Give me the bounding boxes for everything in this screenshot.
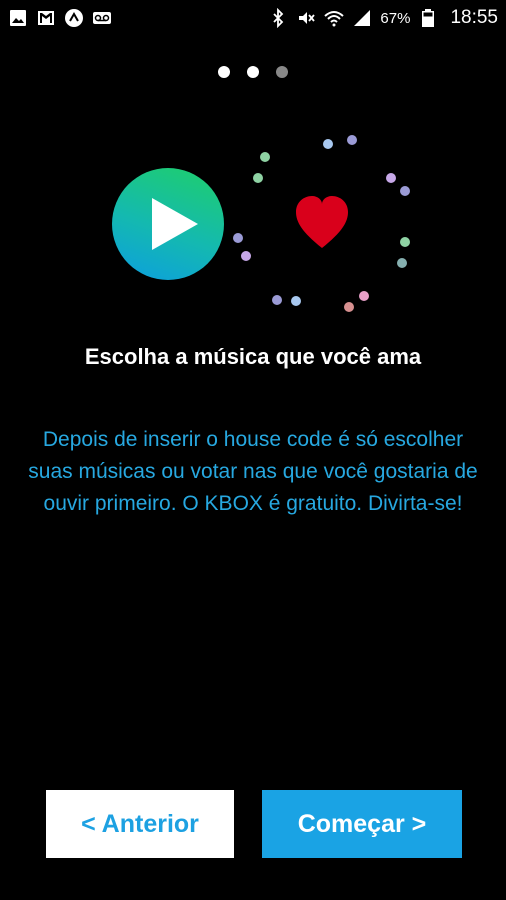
start-button[interactable]: Começar >: [262, 790, 462, 858]
battery-icon: [418, 8, 438, 28]
page-dot: [276, 66, 288, 78]
page-title: Escolha a música que você ama: [84, 344, 422, 369]
mute-icon: [296, 8, 316, 28]
voicemail-icon: [92, 8, 112, 28]
page-dot: [218, 66, 230, 78]
clock: 18:55: [450, 7, 498, 28]
status-bar: 67% 18:55: [0, 0, 506, 36]
app-icon: [64, 8, 84, 28]
heart-icon: [233, 135, 410, 312]
page-indicator: [0, 66, 506, 78]
signal-icon: [352, 8, 372, 28]
description-text: Depois de inserir o house code é só esco…: [28, 428, 478, 515]
previous-button[interactable]: < Anterior: [46, 790, 234, 858]
bluetooth-icon: [268, 8, 288, 28]
image-icon: [8, 8, 28, 28]
page-dot: [247, 66, 259, 78]
wifi-icon: [324, 8, 345, 28]
system-icons: 67% 18:55: [268, 7, 498, 29]
gmail-icon: [36, 8, 56, 28]
notification-icons: [8, 8, 112, 28]
hero-illustration: [0, 120, 506, 330]
battery-percent: 67%: [380, 9, 411, 27]
play-icon: [112, 168, 224, 280]
